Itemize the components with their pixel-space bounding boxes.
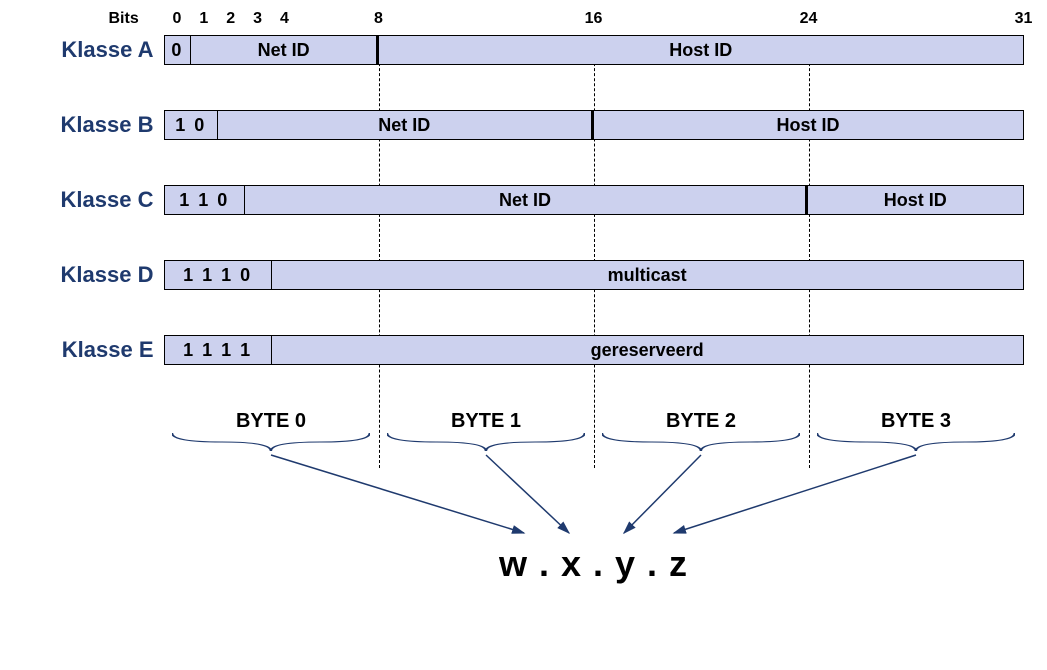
bit-number-3: 3	[253, 10, 262, 28]
class-label: Klasse A	[24, 37, 164, 63]
segment-hostid: Host ID	[594, 111, 1023, 139]
byte-0-label: BYTE 0	[164, 410, 379, 433]
segment-1111: 1 1 1 1	[165, 336, 272, 364]
bits-label: Bits	[109, 10, 139, 28]
class-row-klasse-d: Klasse D1 1 1 0multicast	[24, 260, 1024, 290]
segment-multicast: multicast	[272, 261, 1023, 289]
class-bar: 1 1 0Net IDHost ID	[164, 185, 1024, 215]
brace-3	[817, 433, 1015, 451]
class-bar: 0Net IDHost ID	[164, 35, 1024, 65]
class-row-klasse-b: Klasse B1 0Net IDHost ID	[24, 110, 1024, 140]
class-label: Klasse D	[24, 262, 164, 288]
class-bar: 1 1 1 0multicast	[164, 260, 1024, 290]
class-row-klasse-c: Klasse C1 1 0Net IDHost ID	[24, 185, 1024, 215]
byte-1-label: BYTE 1	[379, 410, 594, 433]
bits-header: Bits 012348162431	[164, 10, 1024, 35]
ip-class-diagram: Bits 012348162431 Klasse A0Net IDHost ID…	[24, 10, 1024, 585]
bit-number-8: 8	[374, 10, 383, 28]
class-label: Klasse C	[24, 187, 164, 213]
brace-row	[164, 433, 1024, 453]
bit-number-24: 24	[800, 10, 818, 28]
dotted-notation: w . x . y . z	[164, 543, 1024, 585]
brace-0	[172, 433, 370, 451]
bit-number-16: 16	[585, 10, 603, 28]
class-label: Klasse E	[24, 337, 164, 363]
segment-hostid: Host ID	[379, 36, 1023, 64]
bit-number-4: 4	[280, 10, 289, 28]
brace-2	[602, 433, 800, 451]
bit-number-1: 1	[199, 10, 208, 28]
byte-labels-row: BYTE 0 BYTE 1 BYTE 2 BYTE 3	[164, 410, 1024, 433]
byte-3-label: BYTE 3	[809, 410, 1024, 433]
segment-hostid: Host ID	[808, 186, 1023, 214]
class-bar: 1 1 1 1gereserveerd	[164, 335, 1024, 365]
segment-0: 0	[165, 36, 192, 64]
byte-2-label: BYTE 2	[594, 410, 809, 433]
class-label: Klasse B	[24, 112, 164, 138]
segment-1110: 1 1 1 0	[165, 261, 272, 289]
bit-number-2: 2	[226, 10, 235, 28]
segment-gereserveerd: gereserveerd	[272, 336, 1023, 364]
segment-netid: Net ID	[218, 111, 593, 139]
brace-1	[387, 433, 585, 451]
bit-number-31: 31	[1015, 10, 1033, 28]
segment-netid: Net ID	[245, 186, 808, 214]
class-row-klasse-e: Klasse E1 1 1 1gereserveerd	[24, 335, 1024, 365]
segment-10: 1 0	[165, 111, 219, 139]
class-bar: 1 0Net IDHost ID	[164, 110, 1024, 140]
arrows	[164, 453, 1024, 543]
bit-number-0: 0	[172, 10, 181, 28]
class-row-klasse-a: Klasse A0Net IDHost ID	[24, 35, 1024, 65]
segment-netid: Net ID	[191, 36, 379, 64]
segment-110: 1 1 0	[165, 186, 245, 214]
